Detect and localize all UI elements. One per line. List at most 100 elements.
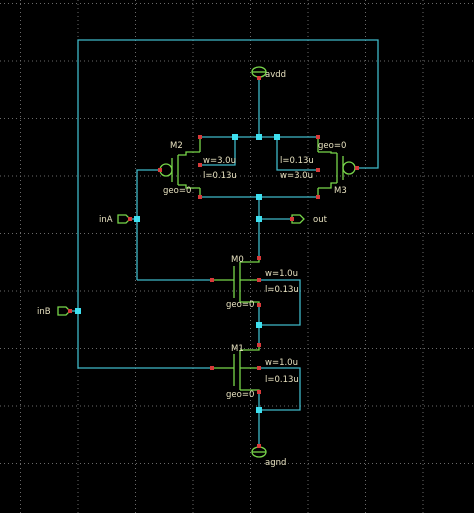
grid-dot: [192, 80, 194, 81]
grid-dot: [24, 60, 25, 62]
grid-dot: [116, 405, 117, 407]
grid-dot: [228, 348, 229, 349]
grid-dot: [388, 233, 389, 234]
grid-dot: [77, 464, 79, 465]
grid-dot: [192, 196, 194, 197]
grid-dot: [336, 60, 337, 62]
grid-dot: [365, 68, 366, 69]
grid-dot: [192, 444, 194, 445]
grid-dot: [135, 416, 136, 417]
grid-dot: [77, 384, 79, 385]
grid-dot: [52, 463, 53, 464]
grid-dot: [300, 233, 301, 234]
grid-dot: [360, 463, 361, 464]
grid-dot: [422, 316, 424, 317]
grid-dot: [20, 244, 21, 245]
grid-dot: [320, 405, 321, 407]
grid-dot: [365, 188, 366, 189]
grid-dot: [384, 3, 385, 4]
M1-l: l=0.13u: [265, 375, 299, 385]
grid-dot: [348, 118, 349, 119]
grid-dot: [77, 32, 79, 33]
grid-dot: [422, 96, 424, 97]
grid-dot: [20, 4, 21, 5]
grid-dot: [192, 484, 194, 485]
grid-dot: [96, 118, 97, 119]
grid-dot: [272, 175, 273, 177]
grid-dot: [20, 376, 21, 377]
grid-dot: [365, 184, 366, 185]
grid-dot: [232, 463, 233, 464]
grid-dot: [77, 432, 79, 433]
grid-dot: [92, 233, 93, 234]
grid-dot: [436, 348, 437, 349]
grid-dot: [156, 348, 157, 349]
grid-dot: [216, 233, 217, 234]
schematic-canvas[interactable]: avdd agnd inA inB out M2 w=3.0u l=0.13u …: [0, 0, 474, 513]
grid-dot: [176, 405, 177, 407]
grid-dot: [300, 118, 301, 119]
grid-dot: [384, 118, 385, 119]
grid-dot: [428, 233, 429, 234]
grid-dot: [192, 233, 193, 234]
grid-dot: [284, 348, 285, 349]
grid-dot: [20, 100, 21, 101]
grid-dot: [56, 118, 57, 119]
grid-dot: [276, 233, 277, 234]
grid-dot: [392, 175, 393, 177]
grid-dot: [77, 452, 79, 453]
grid-dot: [112, 118, 113, 119]
grid-dot: [250, 32, 251, 33]
grid-dot: [208, 290, 209, 292]
grid-dot: [365, 152, 366, 153]
grid-dot: [307, 464, 309, 465]
grid-dot: [250, 68, 251, 69]
grid-dot: [135, 404, 136, 405]
grid-dot: [56, 348, 57, 349]
grid-dot: [365, 412, 366, 413]
grid-dot: [180, 405, 181, 407]
grid-dot: [184, 405, 185, 407]
grid-dot: [192, 364, 194, 365]
grid-dot: [124, 3, 125, 4]
grid-dot: [135, 400, 136, 401]
grid-dot: [135, 128, 136, 129]
grid-dot: [472, 405, 473, 407]
grid-dot: [328, 60, 329, 62]
grid-dot: [172, 60, 173, 62]
grid-dot: [77, 440, 79, 441]
grid-dot: [307, 332, 309, 333]
grid-dot: [400, 233, 401, 234]
grid-dot: [120, 463, 121, 464]
grid-dot: [422, 340, 424, 341]
grid-dot: [422, 244, 424, 245]
grid-dot: [307, 308, 309, 309]
grid-dot: [124, 463, 125, 464]
grid-dot: [365, 328, 366, 329]
grid-dot: [135, 472, 136, 473]
grid-dot: [304, 3, 305, 4]
grid-dot: [248, 348, 249, 349]
grid-dot: [135, 256, 136, 257]
grid-dot: [365, 280, 366, 281]
grid-dot: [260, 175, 261, 177]
grid-dot: [0, 175, 1, 177]
grid-dot: [404, 233, 405, 234]
grid-dot: [32, 348, 33, 349]
grid-dot: [208, 348, 209, 349]
grid-dot: [422, 4, 424, 5]
grid-dot: [4, 290, 5, 292]
grid-dot: [456, 175, 457, 177]
M3-w: w=3.0u: [280, 171, 313, 181]
grid-dot: [344, 175, 345, 177]
grid-dot: [192, 488, 194, 489]
grid-dot: [220, 3, 221, 4]
grid-dot: [252, 463, 253, 464]
grid-dot: [84, 290, 85, 292]
grid-dot: [135, 136, 136, 137]
grid-dot: [365, 92, 366, 93]
grid-dot: [280, 405, 281, 407]
grid-dot: [244, 60, 245, 62]
grid-dot: [250, 460, 251, 461]
grid-dot: [36, 60, 37, 62]
